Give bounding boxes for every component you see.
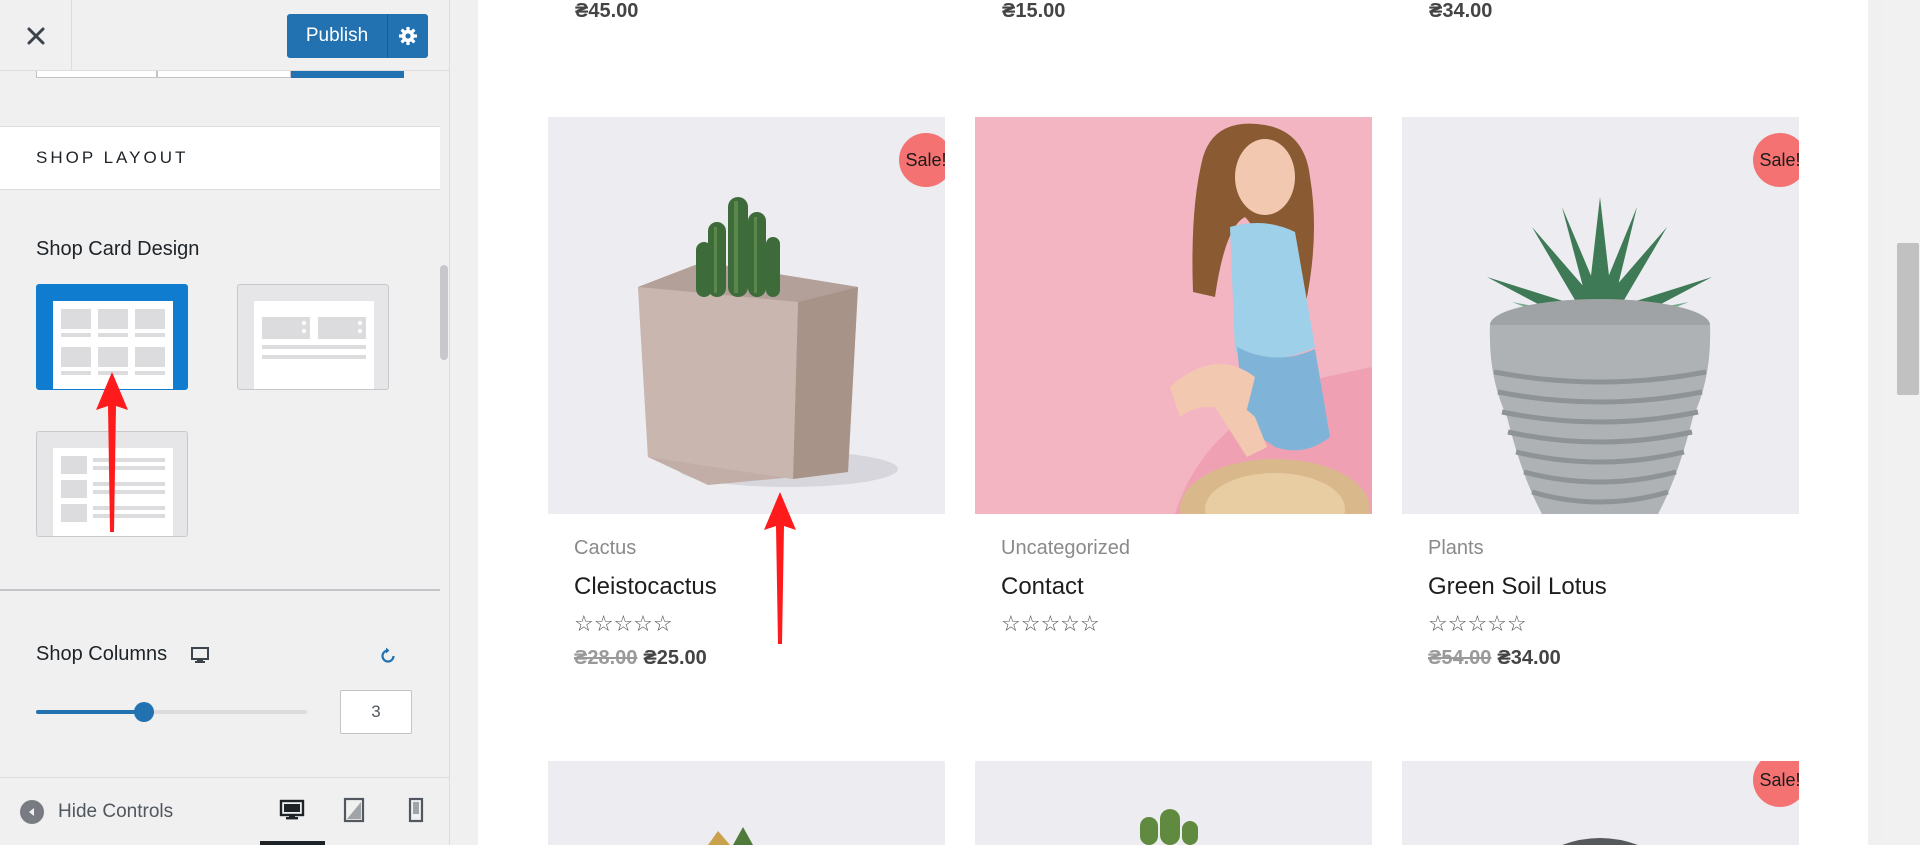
hide-controls-button[interactable]: Hide Controls <box>20 800 173 824</box>
product-image[interactable]: Sale! <box>548 117 945 514</box>
star-rating: ☆☆☆☆☆ <box>1001 613 1100 635</box>
section-title: SHOP LAYOUT <box>0 126 440 190</box>
grid-layout-preview-icon <box>53 301 173 389</box>
old-price: ₴54.00 <box>1428 647 1492 669</box>
sale-badge[interactable]: Sale! <box>899 133 945 187</box>
hide-controls-label: Hide Controls <box>58 801 174 822</box>
slider-thumb[interactable] <box>134 702 154 722</box>
card-design-label: Shop Card Design <box>36 238 200 260</box>
pot-top-image <box>1562 838 1638 845</box>
slider-fill <box>36 710 144 714</box>
preview-desktop-button[interactable] <box>274 792 310 828</box>
control-divider <box>0 589 440 591</box>
tab-remnant-1[interactable] <box>36 71 157 78</box>
prev-row-price-1: ₴45.00 <box>575 0 639 22</box>
card-design-side[interactable] <box>36 431 188 537</box>
side-layout-preview-icon <box>53 448 173 536</box>
succulent-rope-pot-image <box>1487 197 1712 514</box>
tab-remnant-2[interactable] <box>157 71 291 78</box>
customizer-footer: Hide Controls <box>0 777 449 845</box>
product-category[interactable]: Uncategorized <box>1001 537 1130 560</box>
mobile-device-icon <box>408 797 424 823</box>
page-scrollbar-thumb[interactable] <box>1897 243 1919 395</box>
gear-icon <box>399 27 417 45</box>
product-image[interactable]: Sale! <box>1402 117 1799 514</box>
page-scrollbar[interactable] <box>1882 0 1920 845</box>
close-customizer-button[interactable] <box>0 0 72 71</box>
product-card-green-soil-lotus[interactable]: Sale! Plants Green Soil Lotus ☆☆☆☆☆ ₴54.… <box>1402 117 1799 677</box>
preview-tablet-button[interactable] <box>336 792 372 828</box>
shop-columns-input[interactable] <box>340 690 412 734</box>
product-card-contact[interactable]: Uncategorized Contact ☆☆☆☆☆ <box>975 117 1372 677</box>
star-rating: ☆☆☆☆☆ <box>1428 613 1527 635</box>
card-design-grid[interactable] <box>36 284 188 390</box>
prev-row-price-2: ₴15.00 <box>1002 0 1066 22</box>
next-row-product-image-3[interactable]: Sale! <box>1402 761 1799 845</box>
shop-page: ₴45.00 ₴15.00 ₴34.00 Sale! Cactus Cleist… <box>478 0 1868 845</box>
product-image[interactable] <box>975 117 1372 514</box>
next-row-product-image-2[interactable] <box>975 761 1372 845</box>
sale-price: ₴25.00 <box>643 647 707 669</box>
card-design-list[interactable] <box>237 284 389 390</box>
old-price: ₴28.00 <box>574 647 638 669</box>
active-device-indicator <box>260 841 325 845</box>
tablet-device-icon <box>343 797 365 823</box>
rating-stars: ☆☆☆☆☆ <box>1001 611 1100 636</box>
product-price: ₴54.00 ₴34.00 <box>1428 647 1561 670</box>
star-rating: ☆☆☆☆☆ <box>574 613 673 635</box>
publish-group: Publish <box>287 14 428 58</box>
product-category[interactable]: Plants <box>1428 537 1484 560</box>
tab-remnant-active[interactable] <box>291 71 404 78</box>
reset-icon[interactable] <box>378 646 398 666</box>
shop-columns-label: Shop Columns <box>36 643 168 665</box>
product-card-cleistocactus[interactable]: Sale! Cactus Cleistocactus ☆☆☆☆☆ ₴28.00 ₴… <box>548 117 945 677</box>
desktop-icon <box>191 647 209 663</box>
next-row-product-image-1[interactable] <box>548 761 945 845</box>
cactus-pot-image <box>638 197 898 487</box>
prev-row-price-3: ₴34.00 <box>1429 0 1493 22</box>
shop-columns-slider[interactable] <box>36 702 307 722</box>
sidebar-scrollbar[interactable] <box>440 265 448 360</box>
publish-settings-button[interactable] <box>388 14 428 58</box>
woman-pink-background-image <box>975 117 1372 514</box>
rating-stars: ☆☆☆☆☆ <box>1428 611 1527 636</box>
product-price: ₴28.00 ₴25.00 <box>574 647 707 670</box>
publish-button[interactable]: Publish <box>287 14 388 58</box>
product-name[interactable]: Contact <box>1001 573 1084 601</box>
product-category[interactable]: Cactus <box>574 537 636 560</box>
customizer-header: Publish <box>0 0 449 71</box>
desktop-device-icon <box>279 799 305 820</box>
sale-badge[interactable]: Sale! <box>1753 133 1799 187</box>
plant-top-image <box>708 827 753 845</box>
customizer-sidebar: Publish SHOP LAYOUT Shop Card Design Sho… <box>0 0 450 845</box>
cactus-top-image <box>1140 809 1198 845</box>
sale-price: ₴34.00 <box>1497 647 1561 669</box>
product-name[interactable]: Cleistocactus <box>574 573 717 601</box>
collapse-arrow-icon <box>20 800 44 824</box>
close-icon <box>27 27 44 44</box>
rating-stars: ☆☆☆☆☆ <box>574 611 673 636</box>
product-name[interactable]: Green Soil Lotus <box>1428 573 1607 601</box>
preview-mobile-button[interactable] <box>398 792 434 828</box>
list-layout-preview-icon <box>254 301 374 389</box>
site-preview: ₴45.00 ₴15.00 ₴34.00 Sale! Cactus Cleist… <box>450 0 1920 845</box>
